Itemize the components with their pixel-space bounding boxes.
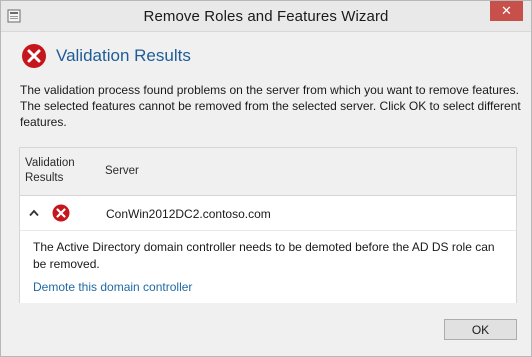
- results-header: Validation Results Server: [20, 148, 516, 196]
- close-button[interactable]: ✕: [490, 1, 523, 21]
- window-title: Remove Roles and Features Wizard: [143, 8, 389, 25]
- column-header-server[interactable]: Server: [105, 165, 139, 177]
- row-divider: [20, 230, 516, 231]
- results-table: Validation Results Server ConWin2012DC2.…: [19, 147, 517, 303]
- table-row[interactable]: ConWin2012DC2.contoso.com The Active Dir…: [20, 196, 516, 303]
- title-bar[interactable]: Remove Roles and Features Wizard ✕: [1, 1, 531, 32]
- server-name: ConWin2012DC2.contoso.com: [106, 207, 271, 221]
- chevron-up-icon[interactable]: [29, 209, 39, 217]
- close-icon: ✕: [501, 3, 512, 18]
- page-header: Validation Results: [21, 41, 521, 73]
- error-icon: [52, 204, 70, 222]
- page-title: Validation Results: [56, 46, 191, 65]
- ok-button[interactable]: OK: [444, 319, 517, 340]
- validation-message: The Active Directory domain controller n…: [33, 240, 495, 271]
- demote-domain-controller-link[interactable]: Demote this domain controller: [33, 280, 192, 294]
- wizard-window: Remove Roles and Features Wizard ✕ Valid…: [0, 0, 532, 357]
- validation-description: The validation process found problems on…: [20, 83, 521, 129]
- error-icon: [22, 44, 46, 68]
- column-header-validation-results[interactable]: Validation Results: [25, 156, 95, 186]
